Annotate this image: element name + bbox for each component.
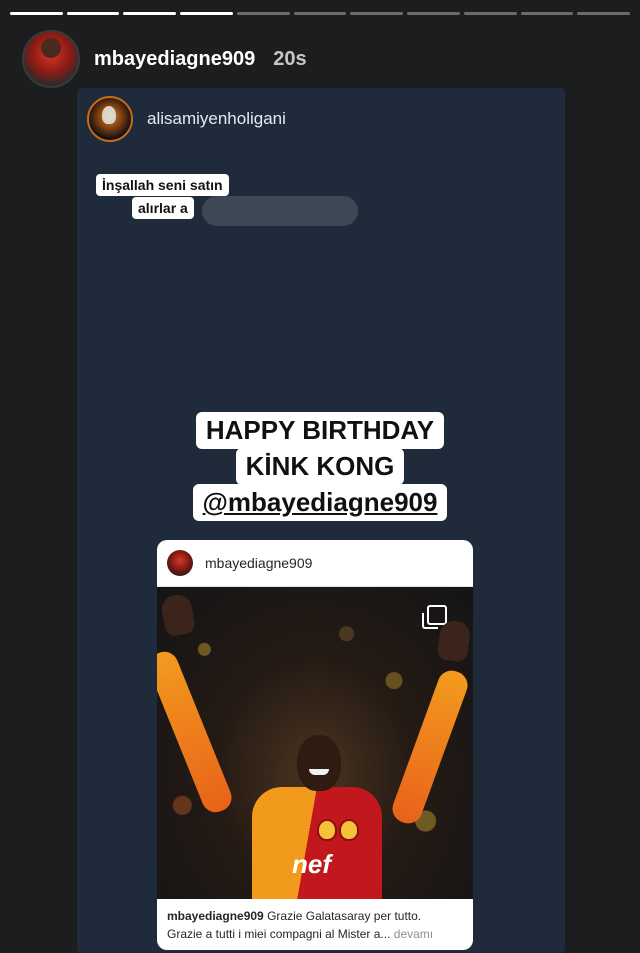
club-crest-icon <box>317 819 337 841</box>
caption-username[interactable]: mbayediagne909 <box>167 909 264 923</box>
birthday-text-2: KİNK KONG <box>235 448 405 485</box>
caption-text-line-2: Grazie a tutti i miei compagni al Mister… <box>167 927 391 941</box>
birthday-line-2: KİNK KONG <box>0 448 640 485</box>
story-username[interactable]: mbayediagne909 <box>94 48 255 71</box>
story-progress-bar <box>10 12 631 15</box>
progress-segment <box>66 12 120 15</box>
post-username[interactable]: mbayediagne909 <box>205 555 312 571</box>
progress-segment <box>407 12 460 15</box>
birthday-line-1: HAPPY BIRTHDAY <box>0 412 640 449</box>
embedded-post-card[interactable]: mbayediagne909 nef mbayediagne909 Grazie… <box>157 540 473 950</box>
birthday-line-3: @mbayediagne909 <box>0 484 640 521</box>
progress-segment <box>520 12 574 15</box>
text-sticker-line-2: alırlar a <box>132 197 194 219</box>
progress-segment <box>293 12 347 15</box>
progress-segment <box>463 12 517 15</box>
text-sticker-line-1: İnşallah seni satın <box>96 174 229 196</box>
post-avatar[interactable] <box>167 550 193 576</box>
progress-segment <box>123 12 177 15</box>
player-head <box>297 735 341 791</box>
more-link[interactable]: devamı <box>394 927 433 941</box>
redacted-text-blur <box>202 196 358 226</box>
story-timestamp: 20s <box>273 47 307 70</box>
post-image[interactable]: nef <box>157 587 473 899</box>
progress-segment <box>350 12 404 15</box>
jersey-sponsor: nef <box>292 849 331 879</box>
progress-segment <box>236 12 290 15</box>
progress-segment <box>577 12 631 15</box>
multiple-photos-icon <box>422 605 447 629</box>
post-header: mbayediagne909 <box>157 540 473 587</box>
reshared-avatar[interactable] <box>87 96 133 142</box>
reshared-story-header: alisamiyenholigani <box>87 96 286 142</box>
player-right-hand <box>436 619 472 663</box>
story-header: mbayediagne909 20s <box>22 30 307 88</box>
mention-link[interactable]: @mbayediagne909 <box>192 484 448 521</box>
club-crest-icon-2 <box>339 819 359 841</box>
progress-segment <box>180 12 233 15</box>
birthday-text-1: HAPPY BIRTHDAY <box>195 412 445 449</box>
progress-segment <box>10 12 63 15</box>
profile-avatar[interactable] <box>22 30 80 88</box>
reshared-username[interactable]: alisamiyenholigani <box>147 109 286 129</box>
post-caption: mbayediagne909 Grazie Galatasaray per tu… <box>157 899 473 943</box>
caption-text: Grazie Galatasaray per tutto. <box>267 909 422 923</box>
player-jersey <box>252 787 382 899</box>
story-viewer[interactable]: mbayediagne909 20s alisamiyenholigani İn… <box>0 0 640 953</box>
